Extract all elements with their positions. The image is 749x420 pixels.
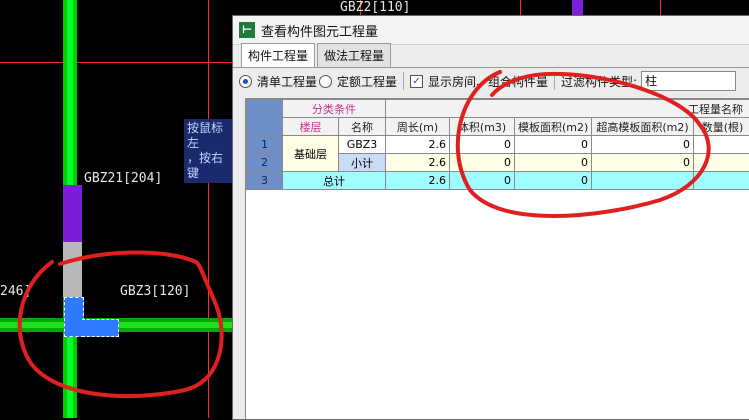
column-gbz21[interactable]: [63, 185, 82, 242]
tab-bar: 构件工程量 做法工程量: [233, 45, 749, 68]
cell-perimeter[interactable]: 2.6: [386, 136, 450, 154]
filter-label: 过滤构件类型:: [561, 73, 637, 90]
cell-volume[interactable]: 0: [450, 154, 515, 172]
table-row[interactable]: 1 基础层 GBZ3 2.6 0 0 0: [247, 136, 749, 154]
cell-perimeter[interactable]: 2.6: [386, 172, 450, 190]
group-header-quantity: 工程量名称: [386, 100, 749, 118]
label-gbz2: GBZ2[110]: [340, 0, 410, 15]
cell-count[interactable]: [694, 172, 749, 190]
col-header-name[interactable]: 名称: [339, 118, 386, 136]
label-gbz3: GBZ3[120]: [120, 284, 190, 299]
radio-qingdan-label[interactable]: 清单工程量: [257, 73, 317, 90]
cell-formwork[interactable]: 0: [515, 154, 592, 172]
group-header-row: 分类条件 工程量名称: [247, 100, 749, 118]
show-rooms-checkbox[interactable]: ✓: [410, 75, 423, 88]
label-left-partial: 246]: [0, 284, 31, 299]
row-index[interactable]: 2: [247, 154, 283, 172]
hint-tooltip: 按鼠标左 ，按右键: [184, 119, 234, 183]
hint-line-1: 按鼠标左: [187, 121, 231, 151]
cell-volume[interactable]: 0: [450, 172, 515, 190]
show-rooms-label[interactable]: 显示房间、组合构件量: [428, 73, 548, 90]
cell-count[interactable]: [694, 136, 749, 154]
table-row[interactable]: 3 总计 2.6 0 0: [247, 172, 749, 190]
separator: [554, 72, 555, 90]
label-gbz21: GBZ21[204]: [84, 171, 162, 186]
cell-high-formwork[interactable]: 0: [592, 136, 694, 154]
dialog-titlebar[interactable]: ⊢ 查看构件图元工程量: [233, 16, 749, 45]
cell-name[interactable]: GBZ3: [339, 136, 386, 154]
separator: [403, 72, 404, 90]
column-gbz2[interactable]: [572, 0, 583, 15]
tab-method-quantity[interactable]: 做法工程量: [317, 43, 391, 67]
grid-line: [0, 62, 232, 63]
cell-floor[interactable]: 基础层: [283, 136, 339, 172]
quantity-grid[interactable]: 分类条件 工程量名称 楼层 名称 周长(m) 体积(m3) 模板面积(m2) 超…: [245, 98, 749, 419]
tab-component-quantity[interactable]: 构件工程量: [241, 43, 315, 67]
col-header-floor[interactable]: 楼层: [283, 118, 339, 136]
radio-dinge-label[interactable]: 定额工程量: [337, 73, 397, 90]
row-index[interactable]: 1: [247, 136, 283, 154]
corner-cell: [247, 100, 283, 136]
hint-line-2: ，按右键: [187, 151, 231, 181]
cell-formwork[interactable]: 0: [515, 136, 592, 154]
column-gbz3-leg[interactable]: [82, 319, 119, 337]
row-index[interactable]: 3: [247, 172, 283, 190]
col-header-count[interactable]: 数量(根): [694, 118, 749, 136]
col-header-volume[interactable]: 体积(m3): [450, 118, 515, 136]
col-header-high-formwork[interactable]: 超高模板面积(m2): [592, 118, 694, 136]
quantity-dialog[interactable]: ⊢ 查看构件图元工程量 构件工程量 做法工程量 清单工程量 定额工程量 ✓ 显示…: [232, 15, 749, 420]
grid-line: [520, 0, 521, 15]
grid-line: [208, 0, 209, 418]
cell-high-formwork[interactable]: [592, 172, 694, 190]
column-header-row: 楼层 名称 周长(m) 体积(m3) 模板面积(m2) 超高模板面积(m2) 数…: [247, 118, 749, 136]
cell-high-formwork[interactable]: 0: [592, 154, 694, 172]
filter-type-select[interactable]: 柱: [641, 71, 736, 91]
quantity-table: 分类条件 工程量名称 楼层 名称 周长(m) 体积(m3) 模板面积(m2) 超…: [246, 99, 749, 190]
col-header-formwork[interactable]: 模板面积(m2): [515, 118, 592, 136]
cell-count[interactable]: [694, 154, 749, 172]
grid-line: [660, 0, 661, 15]
cell-total-label[interactable]: 总计: [283, 172, 386, 190]
column-grey[interactable]: [63, 242, 82, 297]
column-gbz3[interactable]: [64, 297, 84, 337]
col-header-perimeter[interactable]: 周长(m): [386, 118, 450, 136]
cell-perimeter[interactable]: 2.6: [386, 154, 450, 172]
radio-qingdan[interactable]: [239, 75, 252, 88]
cell-volume[interactable]: 0: [450, 136, 515, 154]
app-icon: ⊢: [239, 22, 255, 38]
cell-formwork[interactable]: 0: [515, 172, 592, 190]
radio-dinge[interactable]: [319, 75, 332, 88]
options-bar: 清单工程量 定额工程量 ✓ 显示房间、组合构件量 过滤构件类型: 柱: [233, 68, 749, 94]
dialog-title: 查看构件图元工程量: [261, 21, 378, 40]
group-header-classify: 分类条件: [283, 100, 386, 118]
cell-name[interactable]: 小计: [339, 154, 386, 172]
